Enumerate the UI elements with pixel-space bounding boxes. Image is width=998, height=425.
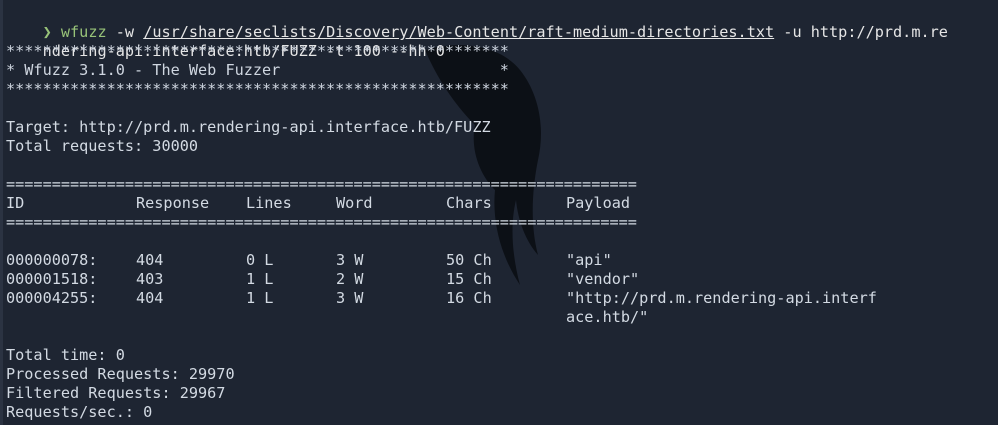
row-payload-continued: ace.htb/" (566, 308, 649, 326)
summary-filtered: Filtered Requests: 29967 (6, 384, 226, 402)
row-response: 403 (136, 270, 164, 288)
separator-bottom: ========================================… (6, 213, 637, 231)
row-payload: "api" (566, 251, 612, 269)
row-chars: 16 Ch (446, 289, 492, 307)
header-chars: Chars (446, 194, 492, 212)
terminal-window[interactable]: ❯ wfuzz -w /usr/share/seclists/Discovery… (0, 0, 998, 425)
total-requests-line: Total requests: 30000 (6, 137, 199, 155)
header-word: Word (336, 194, 373, 212)
header-id: ID (6, 194, 25, 212)
row-payload: "http://prd.m.rendering-api.interf (566, 289, 877, 307)
row-payload: "vendor" (566, 270, 640, 288)
banner-title: * Wfuzz 3.1.0 - The Web Fuzzer * (6, 61, 509, 79)
row-lines: 1 L (246, 270, 274, 288)
summary-rate: Requests/sec.: 0 (6, 403, 153, 421)
separator-top: ========================================… (6, 175, 637, 193)
command-line: ❯ wfuzz -w /usr/share/seclists/Discovery… (6, 4, 948, 41)
row-lines: 1 L (246, 289, 274, 307)
target-line: Target: http://prd.m.rendering-api.inter… (6, 118, 491, 136)
summary-processed: Processed Requests: 29970 (6, 365, 235, 383)
url-part1: http://prd.m.re (810, 23, 948, 41)
row-id: 000004255: (6, 289, 98, 307)
banner-stars-top: ****************************************… (6, 42, 509, 60)
flag-u: -u (783, 23, 802, 41)
row-response: 404 (136, 289, 164, 307)
header-response: Response (136, 194, 210, 212)
row-lines: 0 L (246, 251, 274, 269)
row-word: 3 W (336, 251, 364, 269)
row-id: 000000078: (6, 251, 98, 269)
row-response: 404 (136, 251, 164, 269)
row-id: 000001518: (6, 270, 98, 288)
row-word: 2 W (336, 270, 364, 288)
summary-total-time: Total time: 0 (6, 346, 125, 364)
terminal-left-edge (0, 0, 3, 425)
banner-stars-bottom: ****************************************… (6, 80, 509, 98)
header-payload: Payload (566, 194, 631, 212)
row-word: 3 W (336, 289, 364, 307)
header-lines: Lines (246, 194, 292, 212)
command-line-wrap: ndering-api.interface.htb/FUZZ -t 100 --… (6, 23, 445, 60)
row-chars: 50 Ch (446, 251, 492, 269)
row-chars: 15 Ch (446, 270, 492, 288)
